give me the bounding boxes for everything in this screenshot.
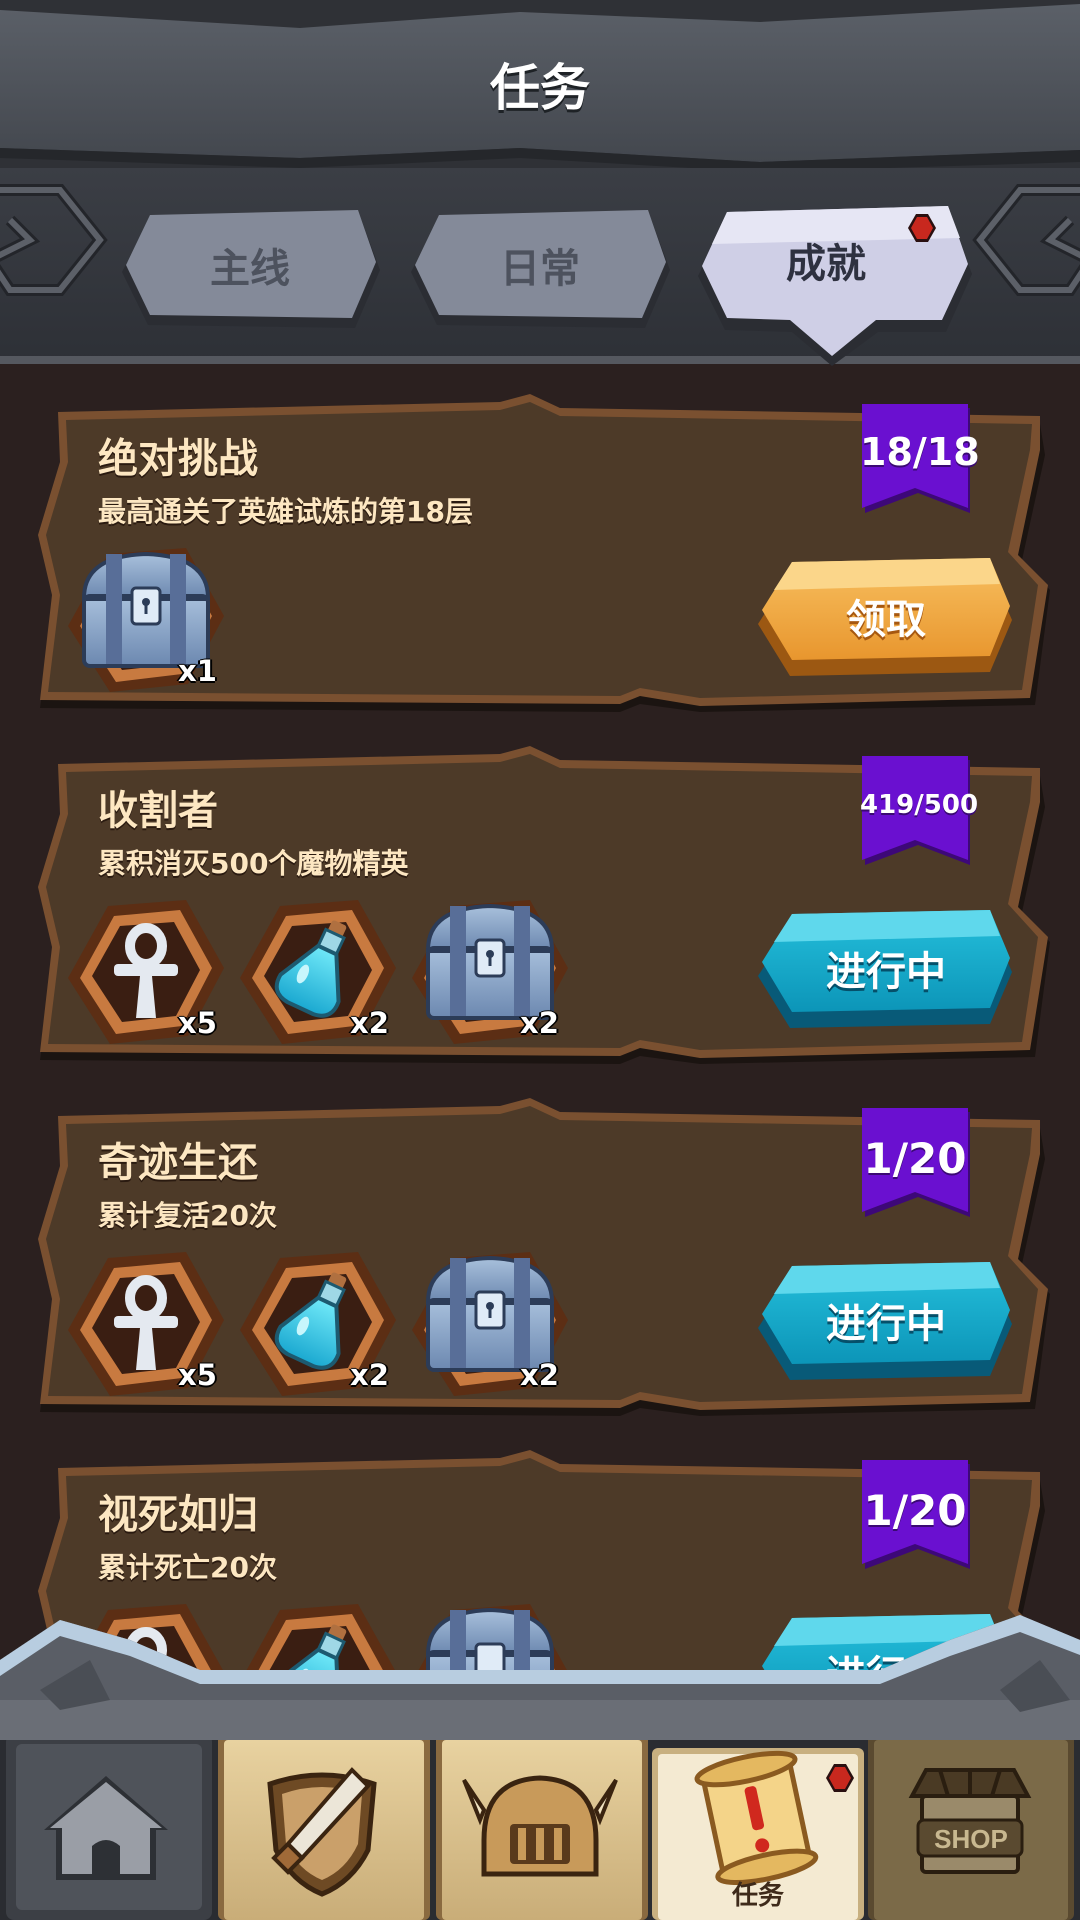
in-progress-button-label: 进行中 xyxy=(826,1301,946,1347)
tab-main[interactable]: 主线 xyxy=(120,205,380,325)
tab-achievement[interactable]: 成就 xyxy=(696,200,956,320)
nav-hero[interactable] xyxy=(436,1732,648,1920)
in-progress-button-label: 进行中 xyxy=(826,949,946,995)
bottom-ledge-overlay xyxy=(0,1615,1080,1740)
chest-icon xyxy=(425,1255,555,1372)
chest-icon xyxy=(81,551,211,668)
tab-achievement-label: 成就 xyxy=(786,241,866,287)
reward-quantity: x2 xyxy=(350,1006,389,1040)
reward-quantity: x2 xyxy=(520,1358,559,1392)
reward-quantity: x5 xyxy=(178,1358,217,1392)
reward-quantity: x2 xyxy=(520,1006,559,1040)
nav-quest-label: 任务 xyxy=(731,1881,784,1911)
quest-title: 奇迹生还 xyxy=(98,1140,258,1186)
claim-button-label: 领取 xyxy=(846,597,926,643)
in-progress-button[interactable]: 进行中 xyxy=(756,1270,1016,1370)
quest-progress: 419/500 xyxy=(860,790,979,820)
shop-label: SHOP xyxy=(934,1823,1008,1854)
nav-battle[interactable] xyxy=(218,1732,430,1920)
chest-icon xyxy=(425,903,555,1020)
quest-progress: 18/18 xyxy=(860,430,980,474)
tab-main-label: 主线 xyxy=(210,246,290,292)
claim-button[interactable]: 领取 xyxy=(756,566,1016,666)
tab-daily-label: 日常 xyxy=(500,246,580,292)
quest-title: 视死如归 xyxy=(98,1492,258,1538)
nav-shop[interactable]: SHOP xyxy=(868,1732,1074,1920)
reward-quantity: x2 xyxy=(350,1358,389,1392)
nav-quest[interactable]: 任务 xyxy=(652,1732,864,1920)
quest-description: 累计复活20次 xyxy=(98,1199,277,1232)
quest-progress: 1/20 xyxy=(863,1134,967,1183)
page-title: 任务 xyxy=(490,59,590,117)
reward-quantity: x1 xyxy=(178,654,217,688)
nav-home[interactable] xyxy=(6,1732,212,1920)
quest-title: 绝对挑战 xyxy=(98,436,258,482)
quest-progress: 1/20 xyxy=(863,1486,967,1535)
quest-description: 最高通关了英雄试炼的第18层 xyxy=(98,495,473,528)
in-progress-button[interactable]: 进行中 xyxy=(756,918,1016,1018)
tab-daily[interactable]: 日常 xyxy=(410,205,670,325)
quest-title: 收割者 xyxy=(98,788,218,834)
quest-description: 累积消灭500个魔物精英 xyxy=(98,847,409,880)
reward-quantity: x5 xyxy=(178,1006,217,1040)
quest-description: 累计死亡20次 xyxy=(98,1551,277,1584)
